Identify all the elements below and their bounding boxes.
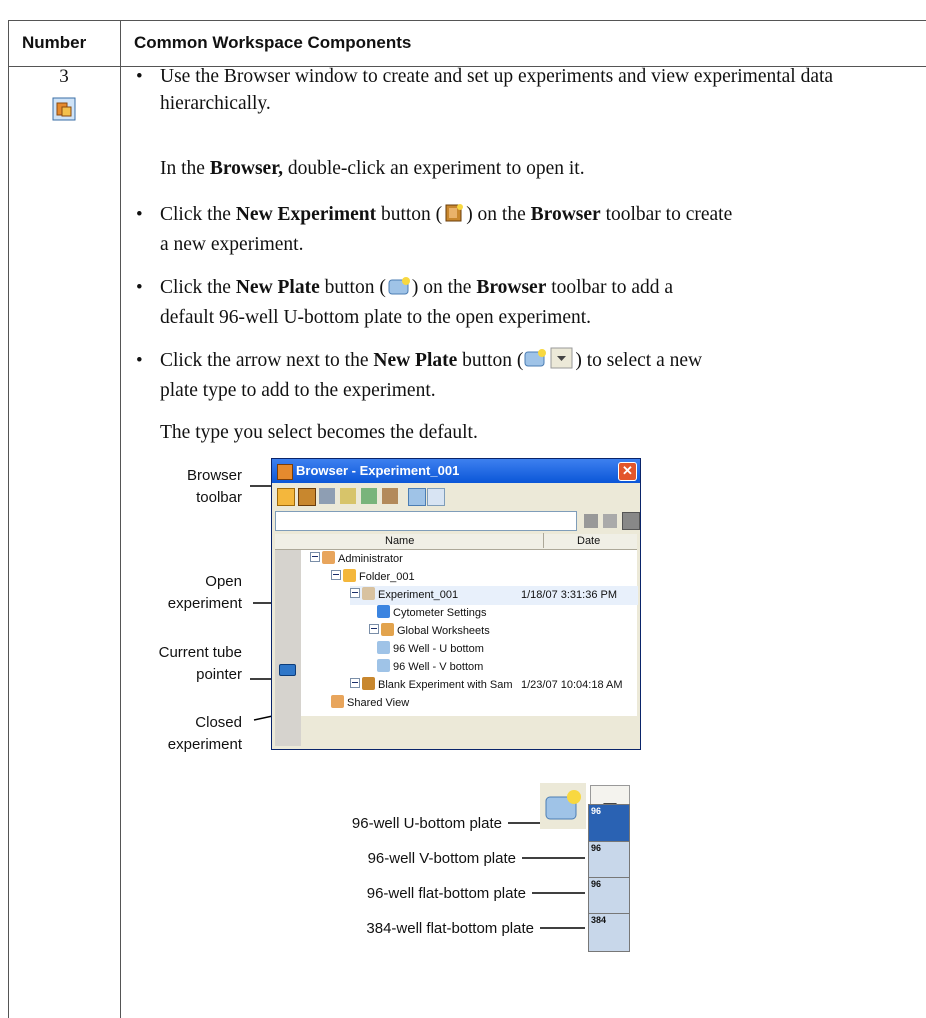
label-plate-flat: 96-well flat-bottom plate xyxy=(366,885,526,902)
label-plate-384: 384-well flat-bottom plate xyxy=(366,920,534,937)
current-tube-pointer-icon[interactable] xyxy=(279,664,296,676)
browser-title: Browser - Experiment_001 xyxy=(296,463,460,478)
tree-node-administrator[interactable]: Administrator xyxy=(310,550,403,569)
browser-window-icon xyxy=(277,464,293,480)
tree-node-plate-u[interactable]: 96 Well - U bottom xyxy=(377,640,484,659)
plate-dropdown-icon[interactable] xyxy=(427,488,445,506)
column-name[interactable]: Name xyxy=(385,535,414,547)
tree-node-folder[interactable]: Folder_001 xyxy=(331,568,415,587)
new-plate-button-icon[interactable] xyxy=(540,783,586,829)
tube-pointer-gutter xyxy=(275,550,301,746)
tree-node-global-worksheets[interactable]: Global Worksheets xyxy=(369,622,490,641)
global-worksheet-icon[interactable] xyxy=(382,488,398,504)
browser-window: Browser - Experiment_001 ✕ Name Date Adm… xyxy=(271,458,641,750)
tree-node-plate-v[interactable]: 96 Well - V bottom xyxy=(377,658,483,677)
browser-titlebar: Browser - Experiment_001 ✕ xyxy=(272,459,640,483)
column-date[interactable]: Date xyxy=(577,535,600,547)
plate-v-bottom-icon[interactable]: 96 xyxy=(588,841,630,880)
plate-384-flat-icon[interactable]: 384 xyxy=(588,913,630,952)
close-icon[interactable]: ✕ xyxy=(618,462,637,481)
search-prev-icon[interactable] xyxy=(603,514,617,528)
search-option-icon[interactable] xyxy=(622,512,640,530)
new-plate-icon[interactable] xyxy=(408,488,426,506)
new-experiment-icon[interactable] xyxy=(298,488,316,506)
tree-node-open-experiment[interactable]: Experiment_001 1/18/07 3:31:36 PM xyxy=(350,586,638,605)
search-next-icon[interactable] xyxy=(584,514,598,528)
tree-node-shared-view[interactable]: Shared View xyxy=(331,694,409,713)
new-specimen-icon[interactable] xyxy=(340,488,356,504)
tree-node-cytometer-settings[interactable]: Cytometer Settings xyxy=(377,604,487,623)
plate-u-bottom-icon[interactable]: 96 xyxy=(588,804,630,843)
browser-tree: Administrator Folder_001 Experiment_001 1… xyxy=(275,550,638,746)
plate-flat-bottom-icon[interactable]: 96 xyxy=(588,877,630,916)
label-plate-v: 96-well V-bottom plate xyxy=(367,850,516,867)
label-plate-u: 96-well U-bottom plate xyxy=(351,815,502,832)
new-tube-icon[interactable] xyxy=(361,488,377,504)
browser-column-header: Name Date xyxy=(275,533,637,550)
tree-node-closed-experiment[interactable]: Blank Experiment with Sam 1/23/07 10:04:1… xyxy=(350,676,638,695)
settings-icon[interactable] xyxy=(319,488,335,504)
new-folder-icon[interactable] xyxy=(277,488,295,506)
browser-search-input[interactable] xyxy=(275,511,577,531)
